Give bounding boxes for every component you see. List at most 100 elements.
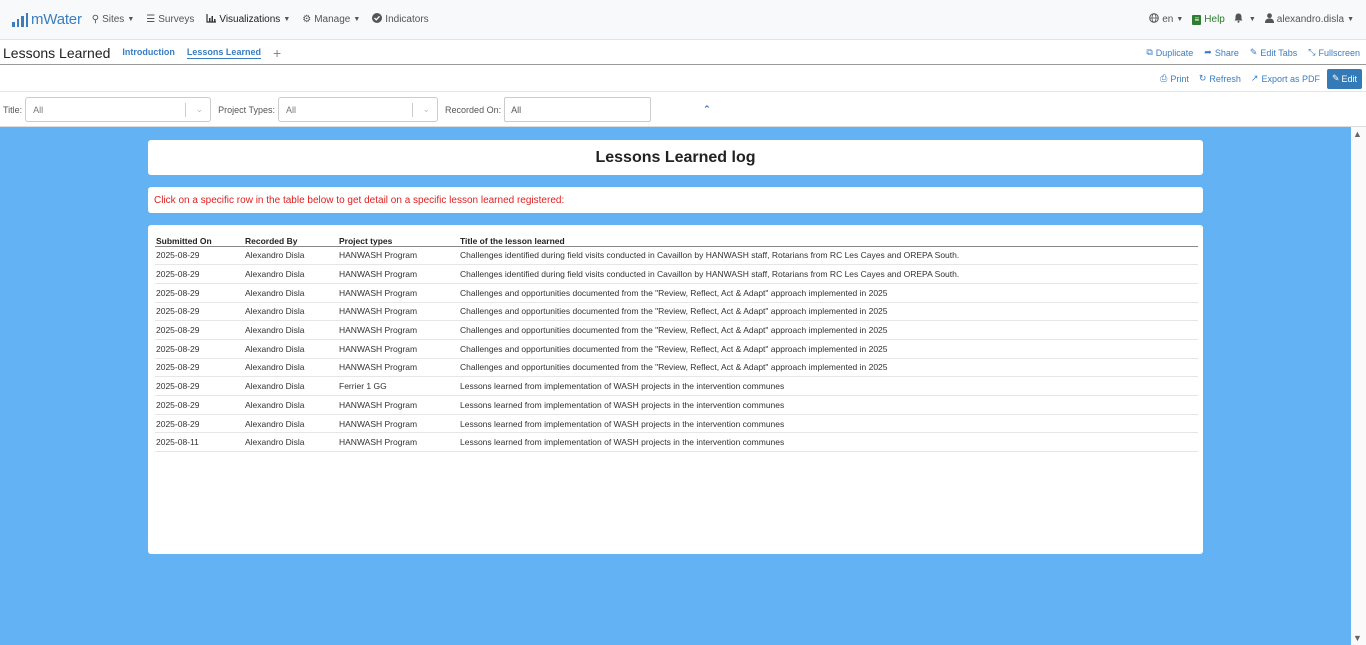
tab-lessons-learned[interactable]: Lessons Learned (186, 47, 261, 59)
lesson-title-cell: Lessons learned from implementation of W… (459, 395, 1198, 415)
nav-sites[interactable]: ⚲ Sites ▼ (92, 14, 135, 25)
table-body: 2025-08-29 Alexandro Disla HANWASH Program… (155, 246, 1198, 453)
table-row[interactable]: 2025-08-29 Alexandro Disla HANWASH Program… (155, 246, 1198, 266)
table-row[interactable]: 2025-08-29 Alexandro Disla HANWASH Program… (155, 414, 1198, 434)
column-header[interactable]: Submitted On (155, 233, 244, 247)
submitted-on-cell: 2025-08-29 (155, 246, 244, 266)
nav-visualizations[interactable]: Visualizations ▼ (206, 13, 291, 26)
column-header[interactable]: Project types (338, 233, 459, 247)
scroll-up-arrow-icon[interactable]: ▲ (1353, 129, 1362, 139)
nav-surveys[interactable]: ☰ Surveys (146, 14, 194, 25)
nav-manage-label: Manage (314, 14, 351, 25)
table-row[interactable]: 2025-08-29 Alexandro Disla HANWASH Program… (155, 339, 1198, 359)
external-link-icon: ↗ (1250, 73, 1259, 83)
recorded-by-cell: Alexandro Disla (244, 302, 338, 322)
title-widget: Lessons Learned log (148, 140, 1203, 175)
submitted-on-cell: 2025-08-29 (155, 283, 244, 303)
user-name: alexandro.disla (1276, 14, 1345, 25)
submitted-on-cell: 2025-08-11 (155, 432, 244, 453)
nav-manage[interactable]: ⚙ Manage ▼ (302, 14, 360, 25)
table-row[interactable]: 2025-08-29 Alexandro Disla HANWASH Program… (155, 358, 1198, 378)
project-type-cell: HANWASH Program (338, 339, 459, 359)
table-row[interactable]: 2025-08-29 Alexandro Disla HANWASH Program… (155, 302, 1198, 322)
recorded-by-cell: Alexandro Disla (244, 358, 338, 378)
refresh-icon: ↻ (1198, 73, 1207, 83)
edit-label: Edit (1341, 73, 1358, 84)
print-button[interactable]: ⎙ Print (1160, 73, 1189, 84)
caret-down-icon: ▼ (1248, 16, 1256, 23)
project-type-cell: HANWASH Program (338, 320, 459, 340)
table-row[interactable]: 2025-08-29 Alexandro Disla Ferrier 1 GG Les… (155, 376, 1198, 396)
title-filter-value: All (33, 104, 44, 115)
lesson-title-cell: Challenges and opportunities documented … (459, 302, 1198, 322)
lesson-title-cell: Challenges identified during field visit… (459, 264, 1198, 284)
caret-down-icon: ▼ (127, 16, 135, 23)
recorded-on-filter-label: Recorded On: (445, 104, 502, 115)
edit-tabs-button[interactable]: ✎ Edit Tabs (1250, 47, 1297, 58)
duplicate-label: Duplicate (1155, 47, 1194, 58)
recorded-by-cell: Alexandro Disla (244, 283, 338, 303)
project-types-filter-select[interactable]: All ⌄ (278, 97, 439, 122)
add-tab-button[interactable]: + (273, 46, 281, 60)
edit-button[interactable]: ✎ Edit (1327, 68, 1362, 89)
print-icon: ⎙ (1160, 73, 1168, 83)
tab-introduction[interactable]: Introduction (122, 47, 175, 59)
map-marker-icon: ⚲ (91, 14, 100, 25)
mwater-logo[interactable]: mWater (12, 11, 82, 28)
check-circle-icon (372, 13, 383, 26)
nav-indicators-label: Indicators (385, 14, 429, 25)
column-header[interactable]: Title of the lesson learned (459, 233, 1198, 247)
lesson-title-cell: Lessons learned from implementation of W… (459, 376, 1198, 396)
dashboard-tabbar: Lessons Learned Introduction Lessons Lea… (0, 41, 1366, 65)
recorded-by-cell: Alexandro Disla (244, 264, 338, 284)
project-type-cell: HANWASH Program (338, 414, 459, 434)
vertical-scrollbar[interactable]: ▲ ▼ (1351, 127, 1366, 645)
table-row[interactable]: 2025-08-29 Alexandro Disla HANWASH Program… (155, 283, 1198, 303)
language-dropdown[interactable]: en ▼ (1149, 13, 1183, 26)
export-pdf-button[interactable]: ↗ Export as PDF (1251, 73, 1320, 84)
refresh-button[interactable]: ↻ Refresh (1199, 73, 1241, 84)
instruction-widget: Click on a specific row in the table bel… (148, 187, 1203, 213)
submitted-on-cell: 2025-08-29 (155, 358, 244, 378)
dashboard-title: Lessons Learned (3, 44, 111, 61)
recorded-by-cell: Alexandro Disla (244, 246, 338, 266)
nav-indicators[interactable]: Indicators (372, 13, 429, 26)
lesson-title-cell: Challenges and opportunities documented … (459, 358, 1198, 378)
select-separator (412, 103, 414, 117)
dashboard-content: Lessons Learned log Click on a specific … (0, 127, 1351, 645)
user-dropdown[interactable]: alexandro.disla ▼ (1264, 13, 1354, 26)
table-row[interactable]: 2025-08-11 Alexandro Disla HANWASH Program… (155, 432, 1198, 453)
table-row[interactable]: 2025-08-29 Alexandro Disla HANWASH Program… (155, 320, 1198, 340)
collapse-filters-icon[interactable]: ⌃ (703, 104, 711, 115)
user-icon (1264, 13, 1274, 26)
lesson-title-cell: Challenges and opportunities documented … (459, 339, 1198, 359)
project-type-cell: HANWASH Program (338, 395, 459, 415)
recorded-on-date-input[interactable]: All (504, 97, 652, 122)
expand-icon: ⤡ (1308, 47, 1316, 57)
recorded-by-cell: Alexandro Disla (244, 339, 338, 359)
table-row[interactable]: 2025-08-29 Alexandro Disla HANWASH Program… (155, 395, 1198, 415)
duplicate-button[interactable]: ⧉ Duplicate (1146, 47, 1193, 58)
bar-chart-icon (206, 13, 217, 26)
help-link[interactable]: ≡ Help (1192, 14, 1225, 25)
title-filter-select[interactable]: All ⌄ (25, 97, 212, 122)
share-button[interactable]: ➦ Share (1204, 47, 1239, 58)
table-row[interactable]: 2025-08-29 Alexandro Disla HANWASH Program… (155, 264, 1198, 284)
caret-down-icon: ▼ (283, 16, 291, 23)
project-type-cell: HANWASH Program (338, 283, 459, 303)
instruction-text: Click on a specific row in the table bel… (154, 194, 565, 206)
copy-icon: ⧉ (1146, 47, 1153, 57)
nav-surveys-label: Surveys (158, 14, 195, 25)
pencil-icon: ✎ (1331, 73, 1340, 83)
lesson-title-cell: Lessons learned from implementation of W… (459, 414, 1198, 434)
project-type-cell: Ferrier 1 GG (338, 376, 459, 396)
caret-down-icon: ▼ (1347, 16, 1354, 23)
notifications-dropdown[interactable]: ▼ (1234, 13, 1256, 26)
recorded-by-cell: Alexandro Disla (244, 395, 338, 415)
lesson-title-cell: Lessons learned from implementation of W… (459, 432, 1198, 453)
language-label: en (1162, 14, 1174, 25)
column-header[interactable]: Recorded By (244, 233, 338, 247)
fullscreen-button[interactable]: ⤡ Fullscreen (1308, 47, 1360, 58)
scroll-down-arrow-icon[interactable]: ▼ (1353, 633, 1362, 643)
submitted-on-cell: 2025-08-29 (155, 376, 244, 396)
